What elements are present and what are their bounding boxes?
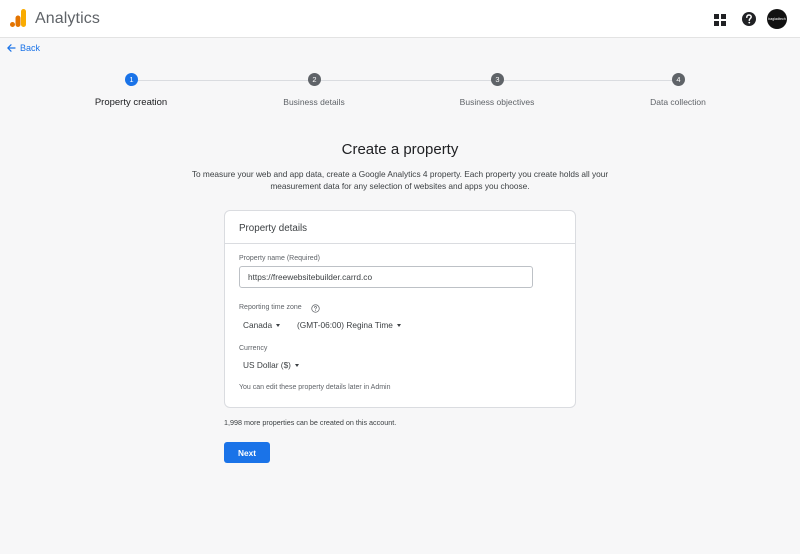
next-button[interactable]: Next [224, 442, 270, 463]
time-zone-label: Reporting time zone [239, 304, 302, 311]
step-4-label: Data collection [650, 97, 706, 107]
help-icon[interactable] [740, 10, 758, 28]
country-dropdown[interactable]: Canada [243, 320, 281, 330]
time-zone-value: (GMT-06:00) Regina Time [297, 320, 393, 330]
card-title: Property details [239, 223, 308, 234]
step-2-label: Business details [283, 97, 345, 107]
edit-later-hint: You can edit these property details late… [239, 384, 391, 391]
currency-label: Currency [239, 345, 268, 352]
property-details-card: Property details Property name (Required… [224, 210, 576, 408]
remaining-properties-text: 1,998 more properties can be created on … [224, 418, 397, 427]
caret-down-icon [276, 324, 281, 328]
apps-grid-icon[interactable] [711, 11, 729, 29]
step-1-label: Property creation [94, 97, 168, 108]
caret-down-icon [294, 364, 299, 368]
step-3-indicator: 3 [491, 73, 504, 86]
stepper-track [131, 80, 678, 81]
currency-dropdown[interactable]: US Dollar ($) [243, 360, 299, 370]
property-name-label: Property name (Required) [239, 255, 320, 262]
back-label: Back [20, 43, 41, 53]
page-title: Create a property [341, 141, 459, 158]
card-header: Property details [225, 211, 575, 244]
property-name-input[interactable] [239, 266, 533, 288]
step-1-indicator: 1 [125, 73, 138, 86]
analytics-logo-icon [10, 9, 26, 27]
top-app-bar: Analytics bagladtech [0, 0, 800, 38]
back-link[interactable]: Back [6, 43, 40, 53]
arrow-back-icon [7, 44, 16, 52]
currency-value: US Dollar ($) [243, 360, 291, 370]
app-title: Analytics [35, 10, 100, 27]
page-description: To measure your web and app data, create… [191, 169, 609, 191]
step-3-label: Business objectives [459, 97, 535, 107]
caret-down-icon [396, 324, 401, 328]
step-2-indicator: 2 [308, 73, 321, 86]
help-outline-icon[interactable] [311, 304, 320, 313]
account-avatar[interactable]: bagladtech [767, 9, 787, 29]
step-4-indicator: 4 [672, 73, 685, 86]
country-value: Canada [243, 320, 273, 330]
time-zone-dropdown[interactable]: (GMT-06:00) Regina Time [297, 320, 401, 330]
